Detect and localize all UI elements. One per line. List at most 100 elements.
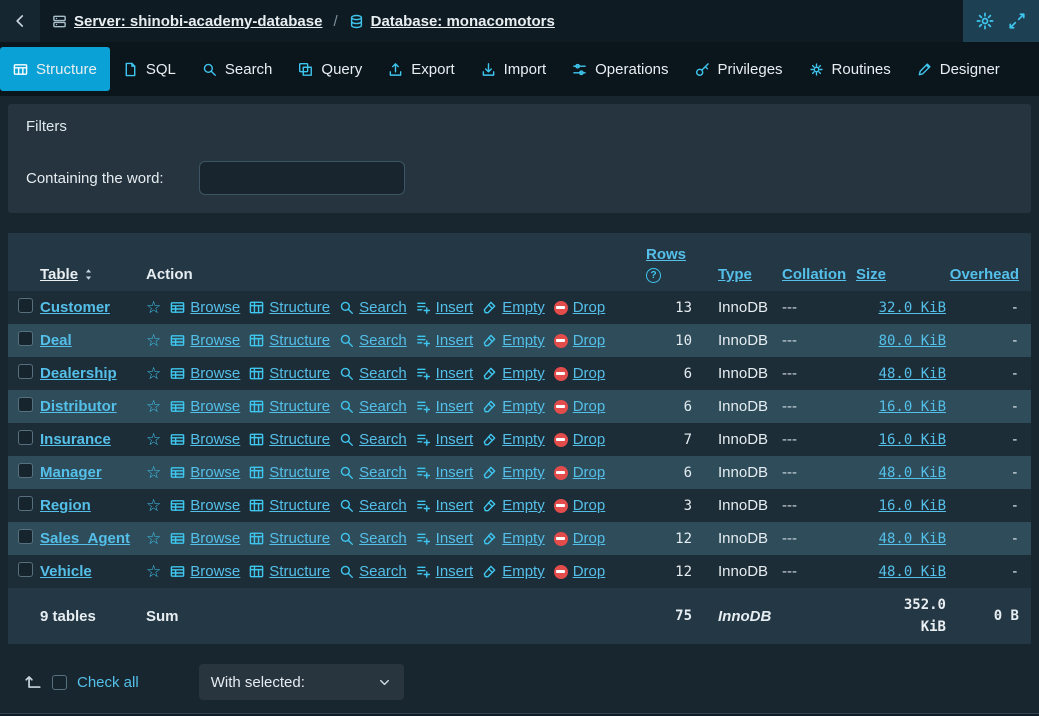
tab-routines[interactable]: Routines [796,47,904,91]
search-link[interactable]: Search [339,563,407,580]
with-selected-dropdown[interactable]: With selected: [199,664,404,700]
favorite-star-icon[interactable] [146,299,161,316]
browse-link[interactable]: Browse [170,464,240,481]
structure-link[interactable]: Structure [249,398,330,415]
check-all-checkbox[interactable] [52,675,67,690]
structure-link[interactable]: Structure [249,497,330,514]
drop-link[interactable]: Drop [554,332,606,349]
favorite-star-icon[interactable] [146,398,161,415]
table-name-link[interactable]: Sales_Agent [40,530,130,547]
browse-link[interactable]: Browse [170,431,240,448]
expand-icon[interactable] [1008,12,1026,30]
structure-link[interactable]: Structure [249,431,330,448]
row-checkbox[interactable] [18,496,33,511]
table-name-link[interactable]: Insurance [40,431,111,448]
empty-link[interactable]: Empty [482,431,545,448]
empty-link[interactable]: Empty [482,497,545,514]
check-all-label[interactable]: Check all [77,674,139,691]
row-size[interactable]: 48.0 KiB [854,531,946,547]
empty-link[interactable]: Empty [482,530,545,547]
structure-link[interactable]: Structure [249,563,330,580]
empty-link[interactable]: Empty [482,464,545,481]
favorite-star-icon[interactable] [146,365,161,382]
breadcrumb-database-link[interactable]: Database: monacomotors [349,13,555,30]
settings-gear-icon[interactable] [976,12,994,30]
structure-link[interactable]: Structure [249,464,330,481]
column-header-table[interactable]: Table [40,266,95,283]
drop-link[interactable]: Drop [554,530,606,547]
empty-link[interactable]: Empty [482,365,545,382]
row-size[interactable]: 16.0 KiB [854,498,946,514]
table-name-link[interactable]: Region [40,497,91,514]
favorite-star-icon[interactable] [146,563,161,580]
breadcrumb-server-link[interactable]: Server: shinobi-academy-database [52,13,322,30]
search-link[interactable]: Search [339,398,407,415]
tab-import[interactable]: Import [468,47,560,91]
tab-privileges[interactable]: Privileges [682,47,796,91]
browse-link[interactable]: Browse [170,398,240,415]
search-link[interactable]: Search [339,332,407,349]
row-checkbox[interactable] [18,298,33,313]
insert-link[interactable]: Insert [416,365,474,382]
favorite-star-icon[interactable] [146,431,161,448]
row-size[interactable]: 48.0 KiB [854,366,946,382]
table-name-link[interactable]: Dealership [40,365,117,382]
column-header-rows[interactable]: Rows [646,246,686,263]
insert-link[interactable]: Insert [416,431,474,448]
insert-link[interactable]: Insert [416,497,474,514]
browse-link[interactable]: Browse [170,497,240,514]
row-checkbox[interactable] [18,331,33,346]
back-button[interactable] [0,0,40,42]
column-header-overhead[interactable]: Overhead [950,266,1019,283]
row-size[interactable]: 48.0 KiB [854,564,946,580]
browse-link[interactable]: Browse [170,563,240,580]
search-link[interactable]: Search [339,530,407,547]
tab-operations[interactable]: Operations [559,47,681,91]
search-link[interactable]: Search [339,299,407,316]
favorite-star-icon[interactable] [146,530,161,547]
filter-word-input[interactable] [199,161,405,195]
row-checkbox[interactable] [18,397,33,412]
browse-link[interactable]: Browse [170,299,240,316]
tab-structure[interactable]: Structure [0,47,110,91]
row-checkbox[interactable] [18,463,33,478]
empty-link[interactable]: Empty [482,332,545,349]
tab-query[interactable]: Query [285,47,375,91]
row-size[interactable]: 16.0 KiB [854,399,946,415]
tab-search[interactable]: Search [189,47,286,91]
row-size[interactable]: 80.0 KiB [854,333,946,349]
structure-link[interactable]: Structure [249,530,330,547]
drop-link[interactable]: Drop [554,365,606,382]
search-link[interactable]: Search [339,464,407,481]
empty-link[interactable]: Empty [482,563,545,580]
row-checkbox[interactable] [18,529,33,544]
insert-link[interactable]: Insert [416,398,474,415]
row-checkbox[interactable] [18,364,33,379]
browse-link[interactable]: Browse [170,365,240,382]
row-checkbox[interactable] [18,562,33,577]
search-link[interactable]: Search [339,497,407,514]
tab-export[interactable]: Export [375,47,467,91]
tab-sql[interactable]: SQL [110,47,189,91]
column-header-type[interactable]: Type [718,266,752,283]
row-checkbox[interactable] [18,430,33,445]
favorite-star-icon[interactable] [146,464,161,481]
row-size[interactable]: 16.0 KiB [854,432,946,448]
insert-link[interactable]: Insert [416,332,474,349]
drop-link[interactable]: Drop [554,464,606,481]
empty-link[interactable]: Empty [482,398,545,415]
structure-link[interactable]: Structure [249,332,330,349]
search-link[interactable]: Search [339,431,407,448]
column-header-collation[interactable]: Collation [782,266,846,283]
drop-link[interactable]: Drop [554,431,606,448]
favorite-star-icon[interactable] [146,332,161,349]
drop-link[interactable]: Drop [554,497,606,514]
table-name-link[interactable]: Customer [40,299,110,316]
drop-link[interactable]: Drop [554,299,606,316]
browse-link[interactable]: Browse [170,332,240,349]
row-size[interactable]: 48.0 KiB [854,465,946,481]
structure-link[interactable]: Structure [249,299,330,316]
empty-link[interactable]: Empty [482,299,545,316]
insert-link[interactable]: Insert [416,563,474,580]
browse-link[interactable]: Browse [170,530,240,547]
